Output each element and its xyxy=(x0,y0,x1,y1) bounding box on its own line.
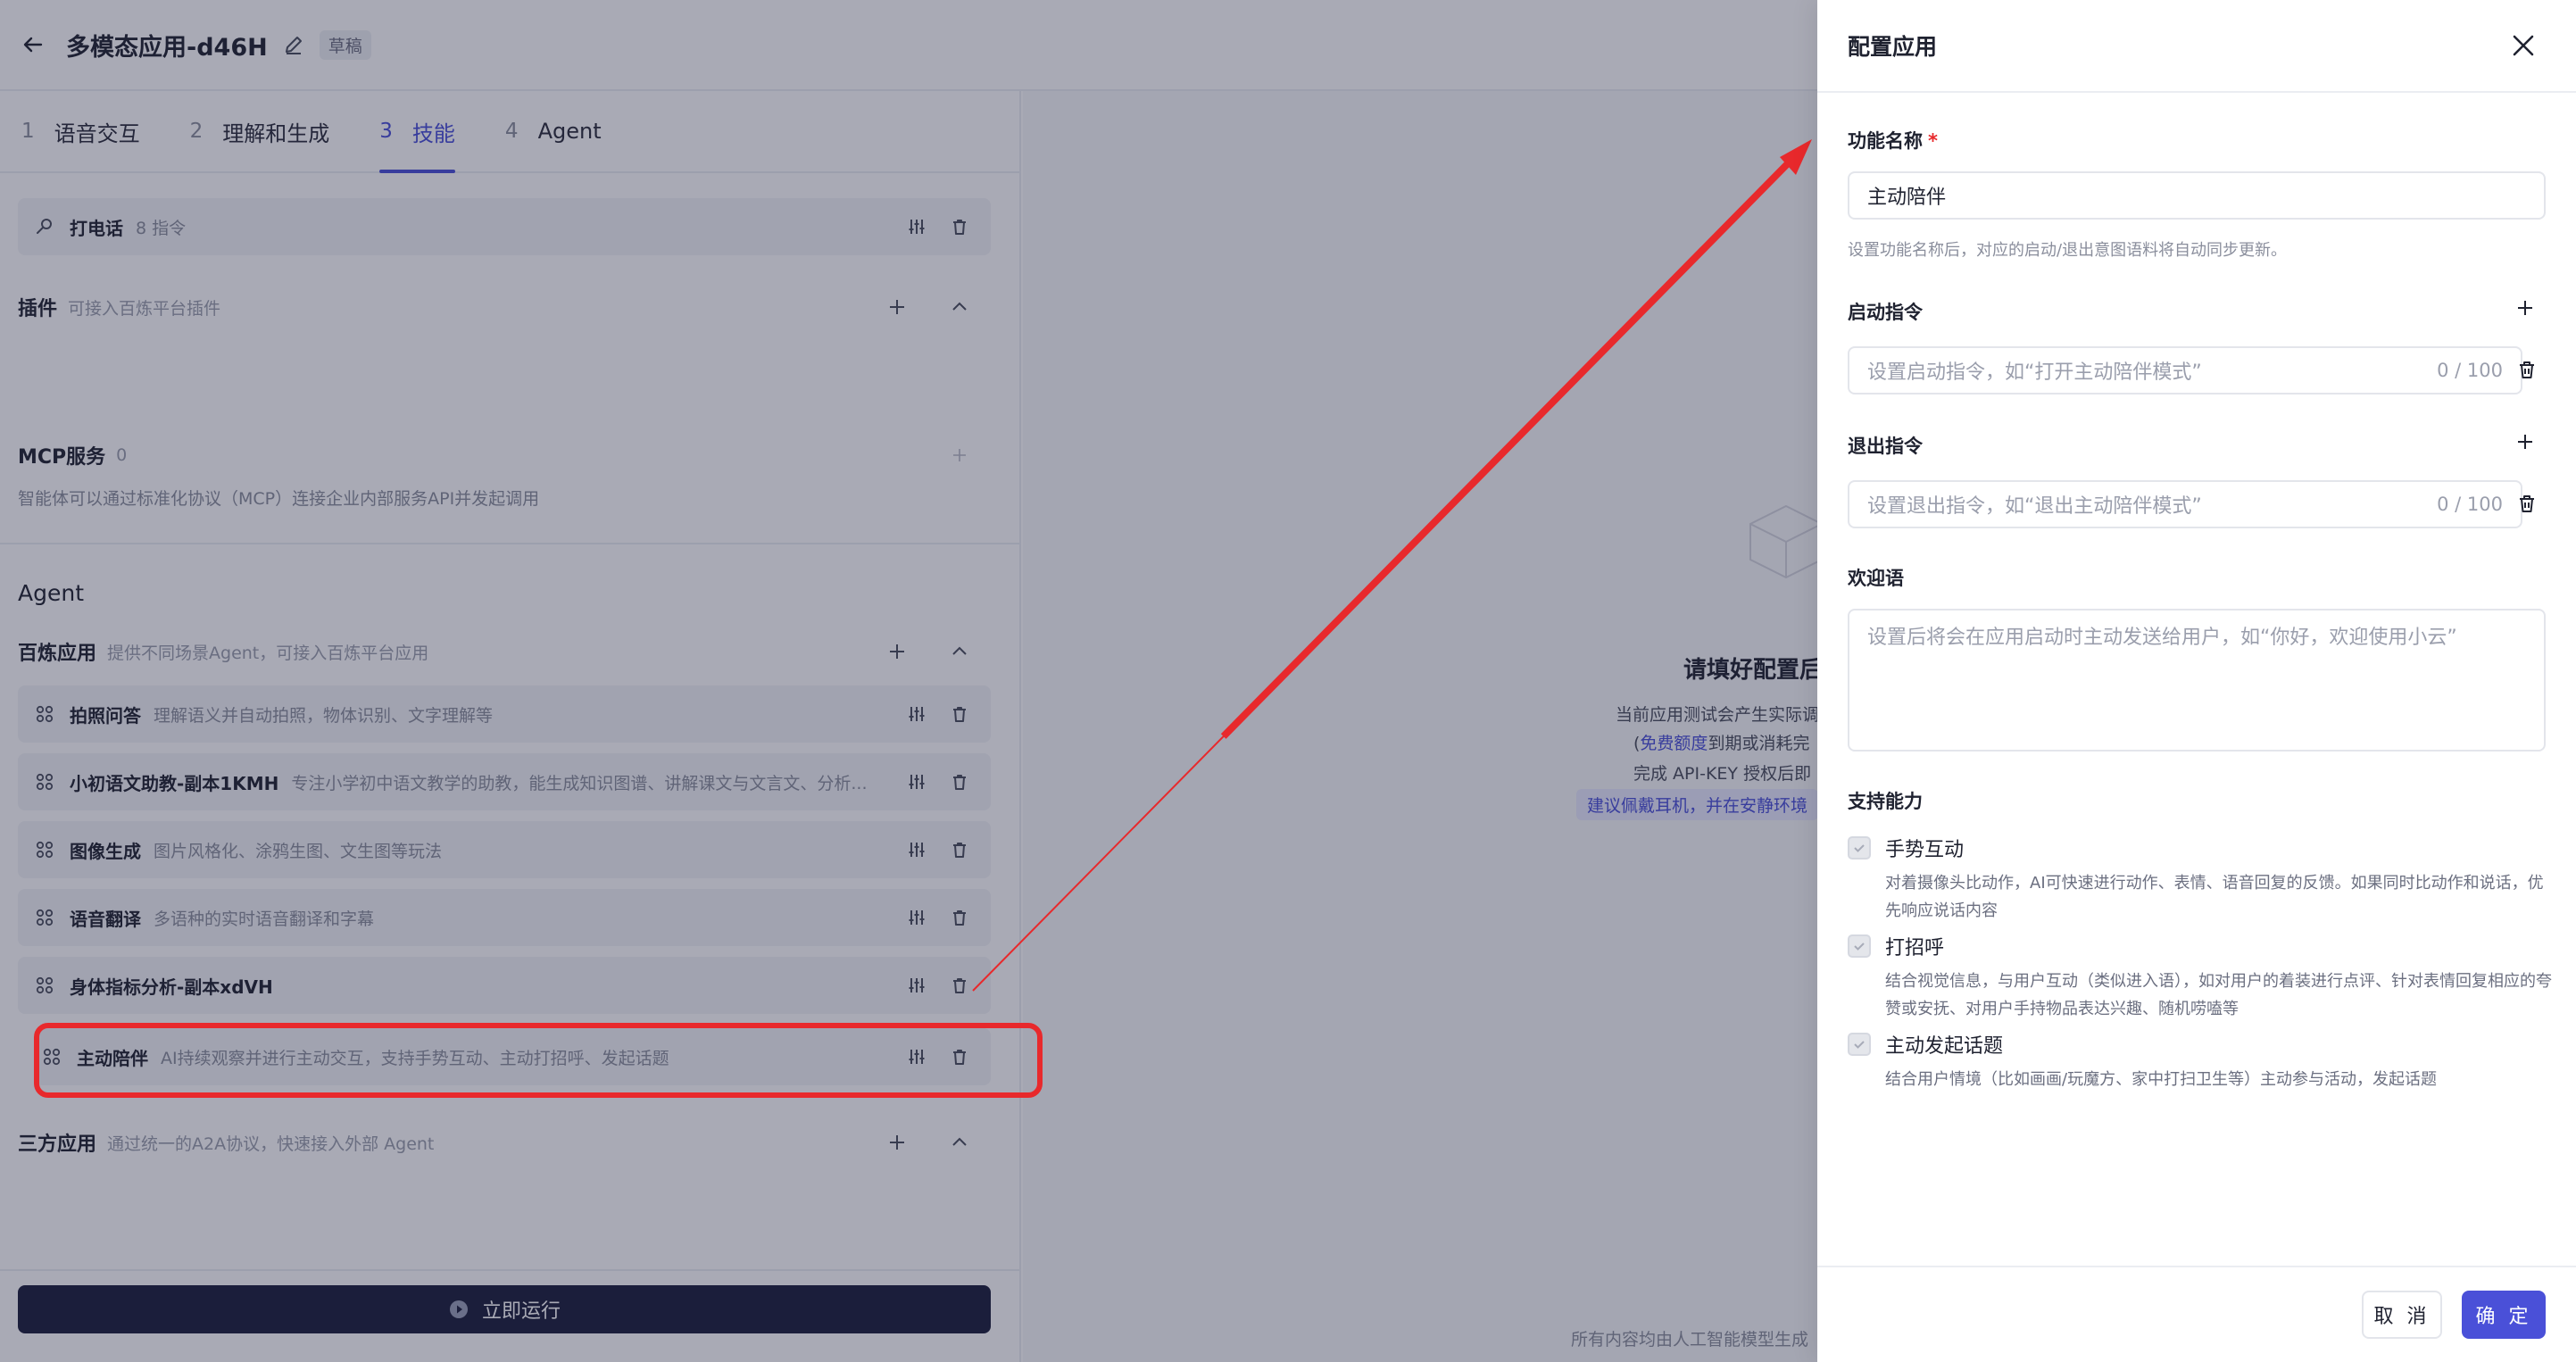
modal-overlay[interactable] xyxy=(0,0,1817,1362)
start-command-label: 启动指令 xyxy=(1848,302,1923,323)
greeting-checkbox[interactable] xyxy=(1848,934,1871,958)
gesture-checkbox[interactable] xyxy=(1848,836,1871,860)
abilities-label: 支持能力 xyxy=(1848,791,1923,812)
welcome-label: 欢迎语 xyxy=(1848,568,1904,589)
close-icon[interactable] xyxy=(2510,32,2537,59)
add-exit-command-plus-icon[interactable] xyxy=(2515,432,2537,453)
ability-name: 打招呼 xyxy=(1885,937,1945,959)
delete-start-command-trash-icon[interactable] xyxy=(2517,360,2539,381)
exit-command-input[interactable]: 设置退出指令，如“退出主动陪伴模式” 0 / 100 xyxy=(1848,480,2522,528)
ability-name: 主动发起话题 xyxy=(1885,1035,2004,1058)
welcome-textarea[interactable]: 设置后将会在应用启动时主动发送给用户，如“你好，欢迎使用小云” xyxy=(1848,609,2546,752)
cancel-button[interactable]: 取 消 xyxy=(2362,1291,2442,1339)
input-value: 主动陪伴 xyxy=(1867,187,1947,209)
name-label: 功能名称 * xyxy=(1848,127,1938,154)
drawer-header: 配置应用 xyxy=(1817,0,2576,93)
input-placeholder: 设置启动指令，如“打开主动陪伴模式” xyxy=(1867,361,2202,384)
function-name-input[interactable]: 主动陪伴 xyxy=(1848,171,2546,220)
char-counter: 0 / 100 xyxy=(2437,360,2503,381)
ability-desc: 结合视觉信息，与用户互动（类似进入语），如对用户的着装进行点评、针对表情回复相应… xyxy=(1885,972,2552,1018)
ability-topic: 主动发起话题 结合用户情境（比如画画/玩魔方、家中打扫卫生等）主动参与活动，发起… xyxy=(1848,1030,2553,1093)
ability-name: 手势互动 xyxy=(1885,839,1965,861)
topic-checkbox[interactable] xyxy=(1848,1033,1871,1056)
input-placeholder: 设置退出指令，如“退出主动陪伴模式” xyxy=(1867,495,2202,518)
ability-gesture: 手势互动 对着摄像头比动作，AI可快速进行动作、表情、语音回复的反馈。如果同时比… xyxy=(1848,834,2553,925)
char-counter: 0 / 100 xyxy=(2437,494,2503,515)
ability-desc: 结合用户情境（比如画画/玩魔方、家中打扫卫生等）主动参与活动，发起话题 xyxy=(1885,1070,2438,1089)
textarea-placeholder: 设置后将会在应用启动时主动发送给用户，如“你好，欢迎使用小云” xyxy=(1867,627,2457,649)
required-mark: * xyxy=(1928,130,1938,152)
exit-command-label: 退出指令 xyxy=(1848,436,1923,457)
config-app-drawer: 配置应用 功能名称 * 主动陪伴 设置功能名称后，对应的启动/退出意图语料将自动同… xyxy=(1817,0,2576,1362)
annotation-highlight-box xyxy=(34,1023,1043,1098)
delete-exit-command-trash-icon[interactable] xyxy=(2517,494,2539,515)
ability-desc: 对着摄像头比动作，AI可快速进行动作、表情、语音回复的反馈。如果同时比动作和说话… xyxy=(1885,874,2544,920)
confirm-button[interactable]: 确 定 xyxy=(2462,1291,2546,1339)
drawer-title: 配置应用 xyxy=(1848,34,1938,60)
label-text: 功能名称 xyxy=(1848,130,1923,152)
ability-greeting: 打招呼 结合视觉信息，与用户互动（类似进入语），如对用户的着装进行点评、针对表情… xyxy=(1848,932,2553,1023)
name-hint: 设置功能名称后，对应的启动/退出意图语料将自动同步更新。 xyxy=(1848,241,2288,260)
start-command-input[interactable]: 设置启动指令，如“打开主动陪伴模式” 0 / 100 xyxy=(1848,346,2522,394)
drawer-footer: 取 消 确 定 xyxy=(1817,1266,2576,1362)
add-start-command-plus-icon[interactable] xyxy=(2515,298,2537,320)
